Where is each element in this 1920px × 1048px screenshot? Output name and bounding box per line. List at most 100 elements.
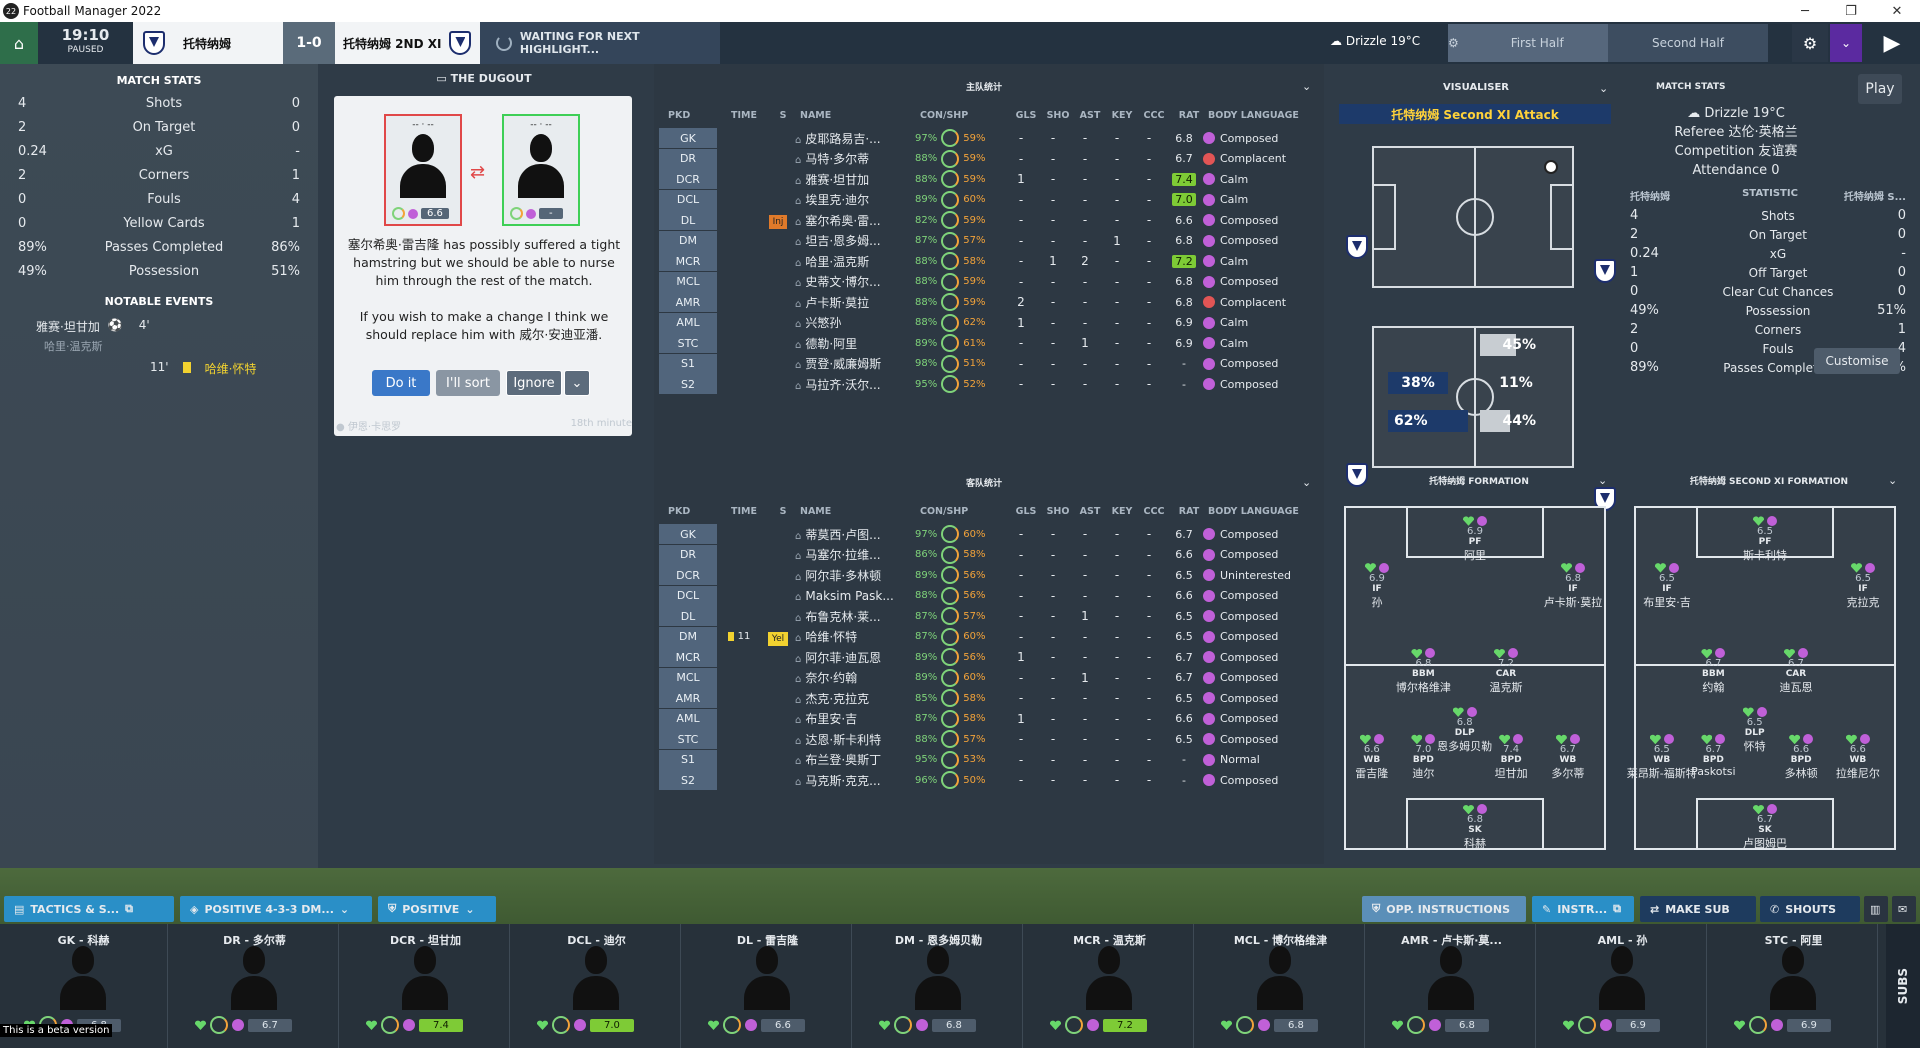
column-header-pkd[interactable]: PKD: [654, 110, 722, 121]
table-row[interactable]: STC ⌂ 达恩·斯卡利特 88% 57% - - - - -6.5 Composed: [654, 729, 1310, 749]
pitch-player-card[interactable]: DCL - 迪尔 7.0: [513, 924, 681, 1048]
tactics-button[interactable]: ▤ TACTICS & S... ⧉: [4, 896, 174, 922]
formation-player[interactable]: 6.8 IF 卢卡斯·莫拉: [1533, 562, 1613, 610]
close-button[interactable]: ✕: [1874, 0, 1920, 22]
player-name[interactable]: ⌂ 皮耶路易吉·...: [795, 130, 915, 147]
player-name[interactable]: ⌂ 布兰登·奥斯丁: [795, 751, 915, 768]
column-header-con[interactable]: CON/SHP: [920, 506, 1010, 517]
formation-player[interactable]: 6.7 WB 多尔蒂: [1528, 734, 1608, 781]
chevron-down-icon[interactable]: ⌄: [1830, 24, 1862, 62]
player-tile-out[interactable]: -- · -- 6.6: [384, 114, 462, 226]
column-header-rat[interactable]: RAT: [1170, 110, 1208, 121]
table-row[interactable]: DL Inj ⌂ 塞尔希奥·雷... 82% 59% - - - - -6.6 Composed: [654, 210, 1310, 230]
table-row[interactable]: S2 ⌂ 马克斯·克克... 96% 50% - - - - - - Composed: [654, 770, 1310, 790]
table-row[interactable]: GK ⌂ 蒂莫西·卢图... 97% 60% - - - - -6.7 Composed: [654, 524, 1310, 544]
event-goal[interactable]: 雅赛·坦甘加 ⚽ 4': [36, 318, 150, 335]
player-tile-in[interactable]: -- · -- -: [502, 114, 580, 226]
table-row[interactable]: MCR ⌂ 哈里·温克斯 88% 58% -1 2- -7.2 Calm: [654, 251, 1310, 271]
play-icon[interactable]: ▶: [1864, 24, 1920, 62]
column-header-name[interactable]: NAME: [800, 110, 920, 121]
pitch-player-card[interactable]: AML - 孙 6.9: [1539, 924, 1707, 1048]
chevron-down-icon[interactable]: ⌄: [1302, 80, 1311, 93]
table-row[interactable]: AMR ⌂ 卢卡斯·莫拉 88% 59% 2- - - -6.8 Complacent: [654, 292, 1310, 312]
pitch-player-card[interactable]: DM - 恩多姆贝勒 6.8: [855, 924, 1023, 1048]
home-team[interactable]: 托特纳姆: [133, 22, 283, 64]
table-row[interactable]: MCR ⌂ 阿尔菲·迪瓦恩 89% 56% 1- - - -6.7 Composed: [654, 647, 1310, 667]
notes-icon[interactable]: ▥: [1864, 896, 1888, 922]
player-name[interactable]: ⌂ 阿尔菲·多林顿: [795, 567, 915, 584]
player-name[interactable]: ⌂ 埃里克·迪尔: [795, 191, 915, 208]
formation-button[interactable]: ◈ POSITIVE 4-3-3 DM... ⌄: [180, 896, 372, 922]
minimize-button[interactable]: ─: [1782, 0, 1828, 22]
table-row[interactable]: DM 11 Yel ⌂ 哈维·怀特 87% 60% - - - - -6.5 Composed: [654, 626, 1310, 647]
player-name[interactable]: ⌂ Maksim Pask...: [795, 589, 915, 603]
table-row[interactable]: STC ⌂ 德勒·阿里 89% 61% - -1- -6.9 Calm: [654, 333, 1310, 353]
customise-button[interactable]: Customise: [1814, 348, 1900, 374]
chat-icon[interactable]: ✉: [1892, 896, 1916, 922]
player-name[interactable]: ⌂ 兴慜孙: [795, 314, 915, 331]
player-name[interactable]: ⌂ 塞尔希奥·雷...: [795, 212, 915, 229]
column-header-key[interactable]: KEY: [1106, 110, 1138, 121]
table-row[interactable]: DM ⌂ 坦吉·恩多姆... 87% 57% - - -1-6.8 Composed: [654, 230, 1310, 251]
formation-player[interactable]: 6.9 IF 孙: [1337, 562, 1417, 610]
player-name[interactable]: ⌂ 布鲁克林·莱...: [795, 608, 915, 625]
table-row[interactable]: S1 ⌂ 布兰登·奥斯丁 95% 53% - - - - - - Normal: [654, 749, 1310, 770]
player-name[interactable]: ⌂ 雅赛·坦甘加: [795, 171, 915, 188]
pitch-player-card[interactable]: STC - 阿里 6.9: [1710, 924, 1878, 1048]
player-name[interactable]: ⌂ 坦吉·恩多姆...: [795, 232, 915, 249]
table-row[interactable]: AML ⌂ 兴慜孙 88% 62% 1- - - -6.9 Calm: [654, 312, 1310, 333]
formation-player[interactable]: 6.7 CAR 迪瓦恩: [1756, 648, 1836, 695]
opp-instructions-button[interactable]: ⛨ OPP. INSTRUCTIONS: [1362, 896, 1526, 922]
instructions-button[interactable]: ✎ INSTR... ⧉: [1532, 896, 1634, 922]
event-card[interactable]: 11' 哈维·怀特: [150, 360, 256, 377]
formation-player[interactable]: 6.9 PF 阿里: [1435, 515, 1515, 563]
subs-tab[interactable]: SUBS: [1886, 924, 1920, 1048]
player-name[interactable]: ⌂ 达恩·斯卡利特: [795, 731, 915, 748]
table-row[interactable]: DR ⌂ 马特·多尔蒂 88% 59% - - - - -6.7 Complacent: [654, 148, 1310, 169]
column-header-rat[interactable]: RAT: [1170, 506, 1208, 517]
column-header-s[interactable]: S: [766, 110, 800, 121]
column-header-sho[interactable]: SHO: [1042, 506, 1074, 517]
column-header-time[interactable]: TIME: [722, 506, 766, 517]
away-team[interactable]: 托特纳姆 2ND XI: [335, 22, 480, 64]
player-name[interactable]: ⌂ 马塞尔·拉维...: [795, 546, 915, 563]
column-header-ccc[interactable]: CCC: [1138, 506, 1170, 517]
formation-player[interactable]: 7.2 CAR 温克斯: [1466, 648, 1546, 695]
player-name[interactable]: ⌂ 马特·多尔蒂: [795, 150, 915, 167]
formation-player[interactable]: 6.8 BBM 博尔格维津: [1383, 648, 1463, 695]
chevron-down-icon[interactable]: ⌄: [1599, 82, 1608, 95]
table-row[interactable]: DCR ⌂ 雅赛·坦甘加 88% 59% 1- - - -7.4 Calm: [654, 169, 1310, 189]
table-row[interactable]: MCL ⌂ 史蒂文·博尔... 88% 59% - - - - -6.8 Composed: [654, 271, 1310, 292]
formation-player[interactable]: 6.7 SK 卢图姆巴: [1725, 804, 1805, 851]
column-header-ast[interactable]: AST: [1074, 506, 1106, 517]
do-it-button[interactable]: Do it: [372, 370, 430, 396]
table-row[interactable]: S2 ⌂ 马拉齐·沃尔... 95% 52% - - - - - - Composed: [654, 374, 1310, 394]
player-name[interactable]: ⌂ 杰克·克拉克: [795, 690, 915, 707]
column-header-pkd[interactable]: PKD: [654, 506, 722, 517]
column-header-gls[interactable]: GLS: [1010, 110, 1042, 121]
maximize-button[interactable]: ❐: [1828, 0, 1874, 22]
chevron-down-icon[interactable]: ⌄: [1302, 476, 1311, 489]
ignore-options-chevron-icon[interactable]: ⌄: [564, 370, 590, 396]
table-row[interactable]: AMR ⌂ 杰克·克拉克 85% 58% - - - - -6.5 Composed: [654, 688, 1310, 708]
formation-player[interactable]: 6.7 BPD Paskotsi: [1673, 734, 1753, 778]
player-name[interactable]: ⌂ 贾登·威廉姆斯: [795, 355, 915, 372]
settings-gear-icon[interactable]: ⚙: [1792, 24, 1828, 62]
formation-player[interactable]: 6.5 IF 布里安·吉: [1627, 562, 1707, 610]
column-header-con[interactable]: CON/SHP: [920, 110, 1010, 121]
column-header-gls[interactable]: GLS: [1010, 506, 1042, 517]
home-button[interactable]: ⌂: [0, 22, 38, 64]
table-row[interactable]: S1 ⌂ 贾登·威廉姆斯 98% 51% - - - - - - Composed: [654, 353, 1310, 374]
player-name[interactable]: ⌂ 马克斯·克克...: [795, 772, 915, 789]
formation-player[interactable]: 6.7 BBM 约翰: [1673, 648, 1753, 695]
column-header-bl[interactable]: BODY LANGUAGE: [1208, 506, 1308, 517]
player-name[interactable]: ⌂ 布里安·吉: [795, 710, 915, 727]
player-name[interactable]: ⌂ 卢卡斯·莫拉: [795, 294, 915, 311]
player-name[interactable]: ⌂ 哈维·怀特: [795, 628, 915, 645]
column-header-key[interactable]: KEY: [1106, 506, 1138, 517]
column-header-ccc[interactable]: CCC: [1138, 110, 1170, 121]
tab-second-half[interactable]: Second Half: [1608, 24, 1768, 62]
ignore-button[interactable]: Ignore: [506, 370, 562, 396]
player-name[interactable]: ⌂ 阿尔菲·迪瓦恩: [795, 649, 915, 666]
play-button[interactable]: Play: [1858, 74, 1902, 104]
